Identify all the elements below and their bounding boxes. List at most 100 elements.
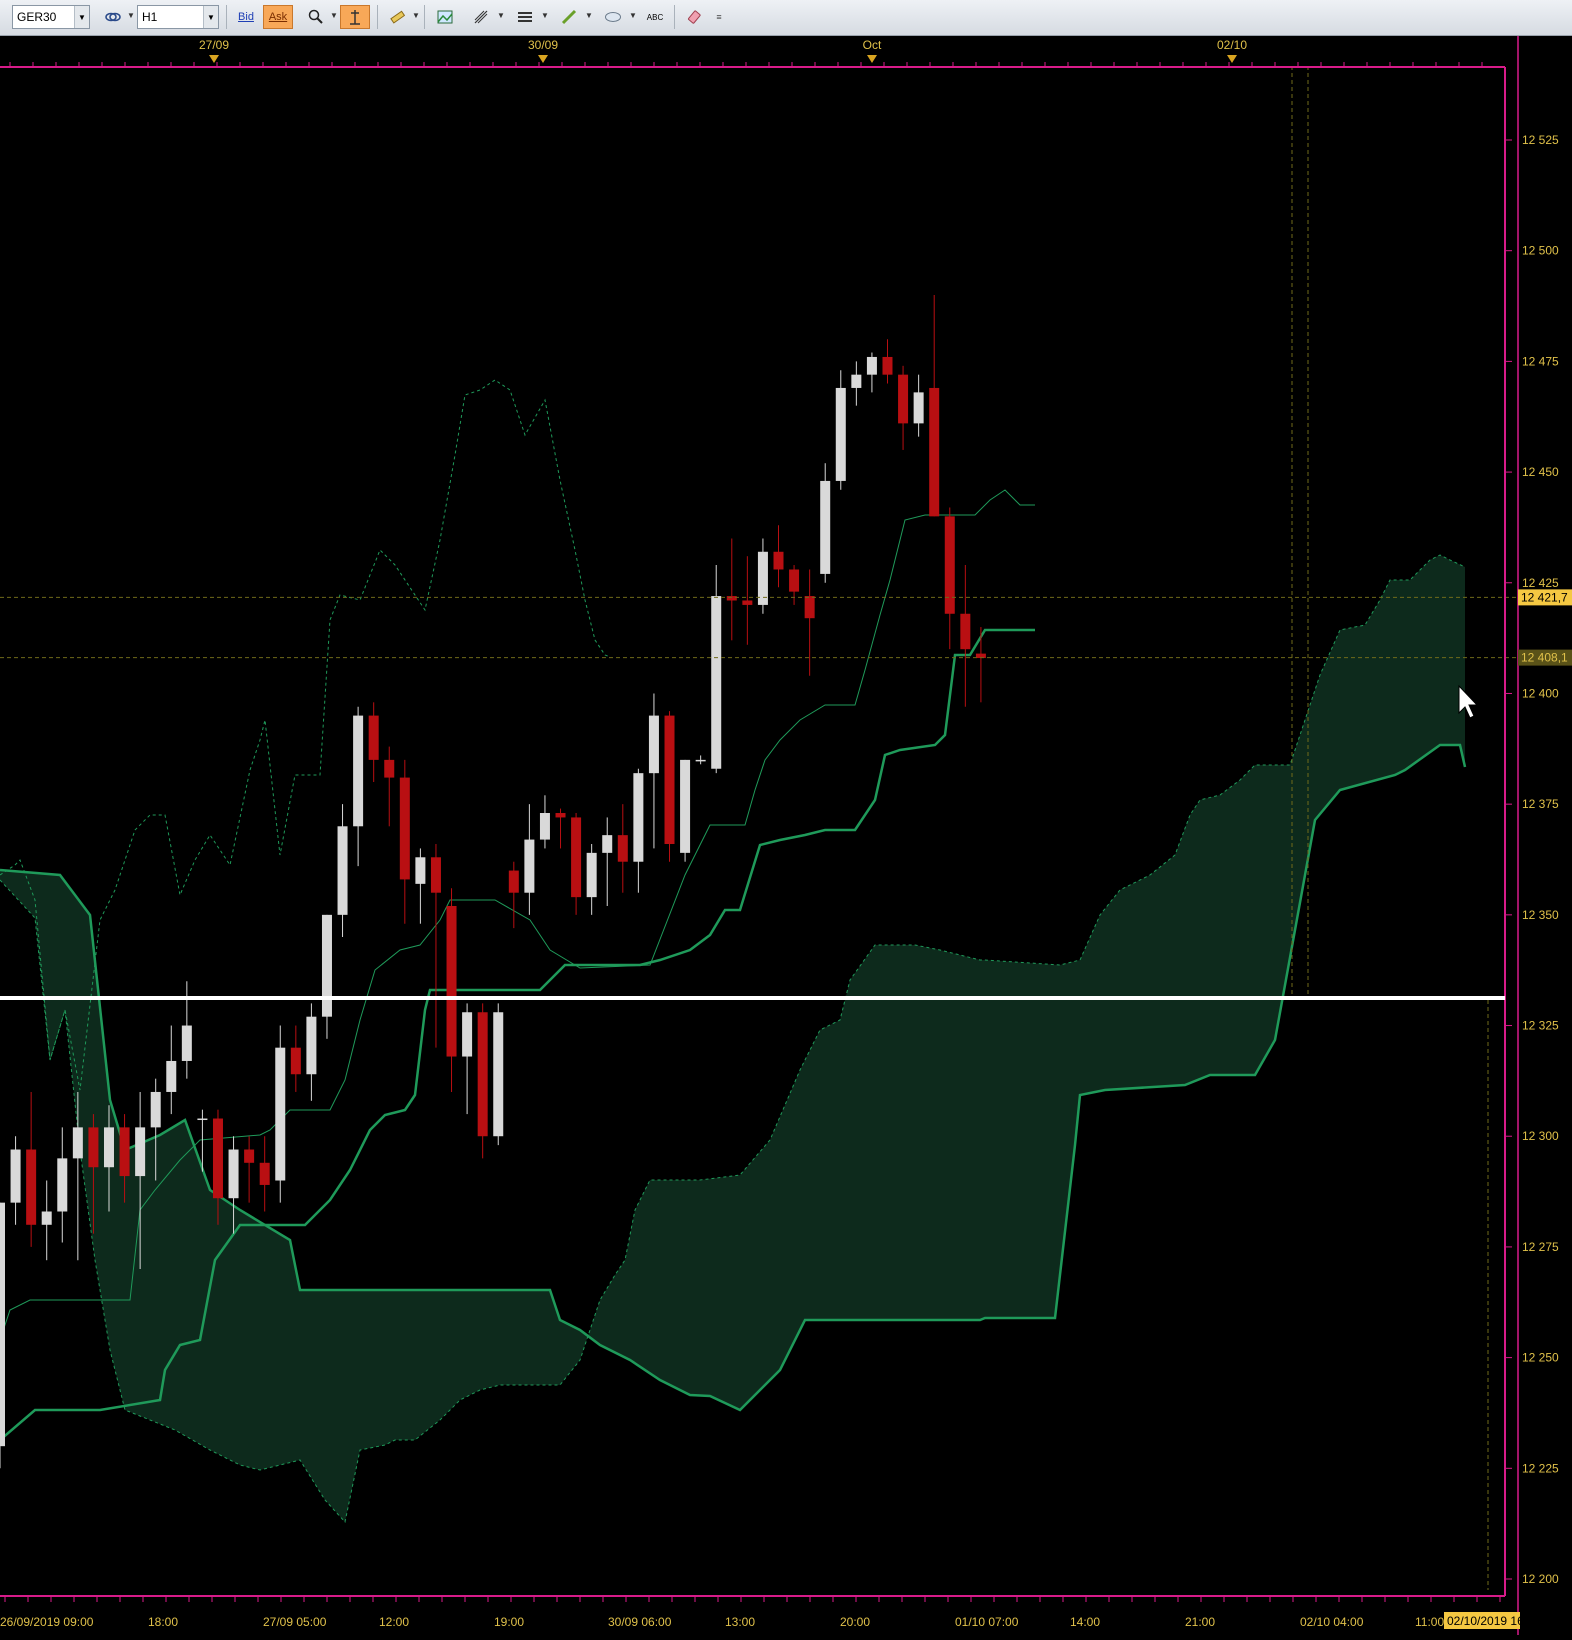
price-tick-label: 12 350 [1522,908,1559,922]
price-tick-label: 12 225 [1522,1461,1559,1475]
candle-body [446,905,457,1057]
candle-body [259,1162,270,1185]
price-tag-upper: 12 421,7 [1521,590,1568,604]
text-tool-label: ABC [646,12,664,22]
candle-body [664,715,675,845]
candle-body [882,356,893,375]
candle-body [41,1211,52,1225]
chevron-down-icon[interactable]: ▼ [74,6,89,28]
candle-body [119,1127,130,1177]
price-tick-label: 12 325 [1522,1019,1559,1033]
price-tick-label: 12 450 [1522,465,1559,479]
bid-button[interactable]: Bid [232,5,260,29]
time-label-bottom: 13:00 [725,1615,755,1629]
chevron-down-icon[interactable]: ▼ [497,11,505,20]
candle-body [88,1127,99,1168]
candle-body [726,596,737,601]
candle-body [181,1025,192,1061]
candle-body [586,852,597,898]
time-label-bottom: 12:00 [379,1615,409,1629]
candle-body [166,1060,177,1092]
candle-body [321,914,332,1017]
candle-body [72,1127,83,1159]
candle-body [337,826,348,915]
candle-body [228,1149,239,1199]
candle-body [913,392,924,424]
symbol-select[interactable]: GER30 ▼ [12,5,90,29]
toolbar-separator [674,5,675,29]
candle-body [212,1118,223,1199]
chevron-down-icon[interactable]: ▼ [585,11,593,20]
zoom-icon[interactable] [303,5,329,29]
split-separator [0,996,1505,1000]
toolbar-separator [377,5,378,29]
candle-body [399,777,410,880]
chevron-down-icon[interactable]: ▼ [412,11,420,20]
date-label-top: 02/10 [1217,38,1247,52]
symbol-value: GER30 [17,10,57,24]
price-tick-label: 12 475 [1522,354,1559,368]
chevron-down-icon[interactable]: ▼ [541,11,549,20]
candle-body [462,1012,473,1057]
candle-body [789,569,800,592]
timeframe-select[interactable]: H1 ▼ [137,5,219,29]
time-label-bottom: 11:00 [1415,1615,1444,1629]
chevron-down-icon[interactable]: ▼ [629,11,637,20]
candle-body [57,1158,68,1212]
time-label-bottom: 30/09 06:00 [608,1615,672,1629]
candle-body [898,374,909,424]
candle-body [944,516,955,614]
time-label-bottom: 01/10 07:00 [955,1615,1019,1629]
ellipse-icon[interactable] [600,5,626,29]
current-time-tag: 02/10/2019 16:00 [1447,1614,1541,1628]
candle-body [430,857,441,893]
image-icon[interactable] [432,5,458,29]
chevron-down-icon[interactable]: ▼ [127,11,135,20]
fibonacci-icon[interactable] [468,5,494,29]
price-tick-label: 12 525 [1522,133,1559,147]
ruler-icon[interactable] [384,5,410,29]
candle-body [290,1047,301,1075]
timeframe-value: H1 [142,10,158,24]
ask-label: Ask [268,11,288,23]
chart-toolbar: GER30 ▼ ▼ H1 ▼ Bid Ask ▼ ▼ ▼ ▼ ▼ ▼ ABC ≡ [0,0,1572,36]
candle-body [555,813,566,818]
eraser-icon[interactable] [682,5,708,29]
candle-body [960,613,971,650]
candle-body [384,759,395,778]
candle-body [602,835,613,853]
candle-body [633,773,644,862]
candle-body [275,1047,286,1181]
toolbar-separator [226,5,227,29]
candle-body [804,596,815,619]
crosshair-icon[interactable] [340,5,370,29]
candle-body [695,759,706,762]
price-chart[interactable]: 12 525 12 500 12 475 12 450 12 425 12 400 12 3… [0,36,1572,1635]
more-icon[interactable]: ≡ [712,5,726,29]
candle-body [477,1012,488,1137]
candle-body [773,551,784,570]
candle-body [0,1202,5,1447]
candle-body [866,356,877,375]
candle-body [835,387,846,481]
candle-body [415,857,426,884]
candle-body [711,596,722,769]
candle-body [571,817,582,898]
candle-body [26,1149,37,1225]
candle-body [508,870,519,893]
date-label-top: 30/09 [528,38,558,52]
lines-icon[interactable] [512,5,538,29]
chevron-down-icon[interactable]: ▼ [203,6,218,28]
chart-area[interactable]: 12 525 12 500 12 475 12 450 12 425 12 400 12 3… [0,36,1572,1635]
candle-body [617,835,628,862]
candle-body [929,387,940,517]
candle-body [524,839,535,893]
price-tick-label: 12 300 [1522,1129,1559,1143]
candle-body [197,1118,208,1121]
text-tool-button[interactable]: ABC [642,5,668,29]
pencil-icon[interactable] [556,5,582,29]
ask-button[interactable]: Ask [263,5,293,29]
link-icon[interactable] [100,5,126,29]
time-label-bottom: 02/10 04:00 [1300,1615,1364,1629]
chevron-down-icon[interactable]: ▼ [330,11,338,20]
